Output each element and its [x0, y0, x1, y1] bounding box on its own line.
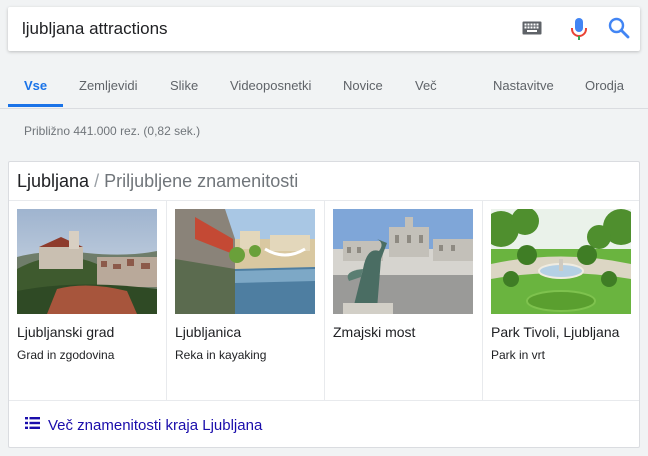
- card-title: Ljubljana / Priljubljene znamenitosti: [17, 171, 298, 192]
- tab-vec[interactable]: Več: [415, 66, 437, 108]
- microphone-icon[interactable]: [569, 17, 589, 46]
- attraction-item[interactable]: Zmajski most: [325, 201, 483, 400]
- attraction-thumbnail-dragon-bridge[interactable]: [333, 209, 473, 314]
- more-attractions-label[interactable]: Več znamenitosti kraja Ljubljana: [48, 417, 262, 434]
- attractions-card: Ljubljana / Priljubljene znamenitosti Lj…: [8, 161, 640, 448]
- tab-nastavitve[interactable]: Nastavitve: [493, 66, 554, 108]
- attraction-thumbnail-castle[interactable]: [17, 209, 157, 314]
- card-title-place[interactable]: Ljubljana: [17, 171, 89, 191]
- card-title-subtitle: Priljubljene znamenitosti: [104, 171, 299, 191]
- tab-slike[interactable]: Slike: [170, 66, 198, 108]
- attraction-description: Park in vrt: [491, 348, 546, 362]
- tab-zemljevidi[interactable]: Zemljevidi: [79, 66, 138, 108]
- attraction-name[interactable]: Zmajski most: [333, 324, 415, 340]
- attraction-name[interactable]: Park Tivoli, Ljubljana: [491, 324, 619, 340]
- attraction-description: Grad in zgodovina: [17, 348, 115, 362]
- attraction-item[interactable]: Park Tivoli, Ljubljana Park in vrt: [483, 201, 641, 400]
- attraction-thumbnail-river[interactable]: [175, 209, 315, 314]
- tab-novice[interactable]: Novice: [343, 66, 383, 108]
- attractions-list: Ljubljanski grad Grad in zgodovina Ljubl…: [9, 201, 639, 400]
- attraction-description: Reka in kayaking: [175, 348, 267, 362]
- more-attractions-link[interactable]: Več znamenitosti kraja Ljubljana: [25, 415, 262, 435]
- tabs-divider: [0, 108, 648, 109]
- tab-vse[interactable]: Vse: [24, 66, 47, 108]
- tab-videoposnetki[interactable]: Videoposnetki: [230, 66, 311, 108]
- attraction-item[interactable]: Ljubljanski grad Grad in zgodovina: [9, 201, 167, 400]
- search-tabs: Vse Zemljevidi Slike Videoposnetki Novic…: [0, 66, 648, 108]
- attraction-name[interactable]: Ljubljanica: [175, 324, 241, 340]
- attraction-thumbnail-park[interactable]: [491, 209, 631, 314]
- keyboard-icon[interactable]: [522, 21, 542, 40]
- card-divider: [9, 400, 639, 401]
- card-title-separator: /: [94, 171, 100, 191]
- list-icon: [25, 416, 40, 434]
- attraction-name[interactable]: Ljubljanski grad: [17, 324, 114, 340]
- tab-orodja[interactable]: Orodja: [585, 66, 624, 108]
- active-tab-indicator: [8, 104, 63, 107]
- search-icon[interactable]: [608, 17, 630, 44]
- result-stats: Približno 441.000 rez. (0,82 sek.): [24, 124, 201, 138]
- search-bar: [8, 7, 640, 51]
- attraction-item[interactable]: Ljubljanica Reka in kayaking: [167, 201, 325, 400]
- search-input[interactable]: [22, 17, 492, 41]
